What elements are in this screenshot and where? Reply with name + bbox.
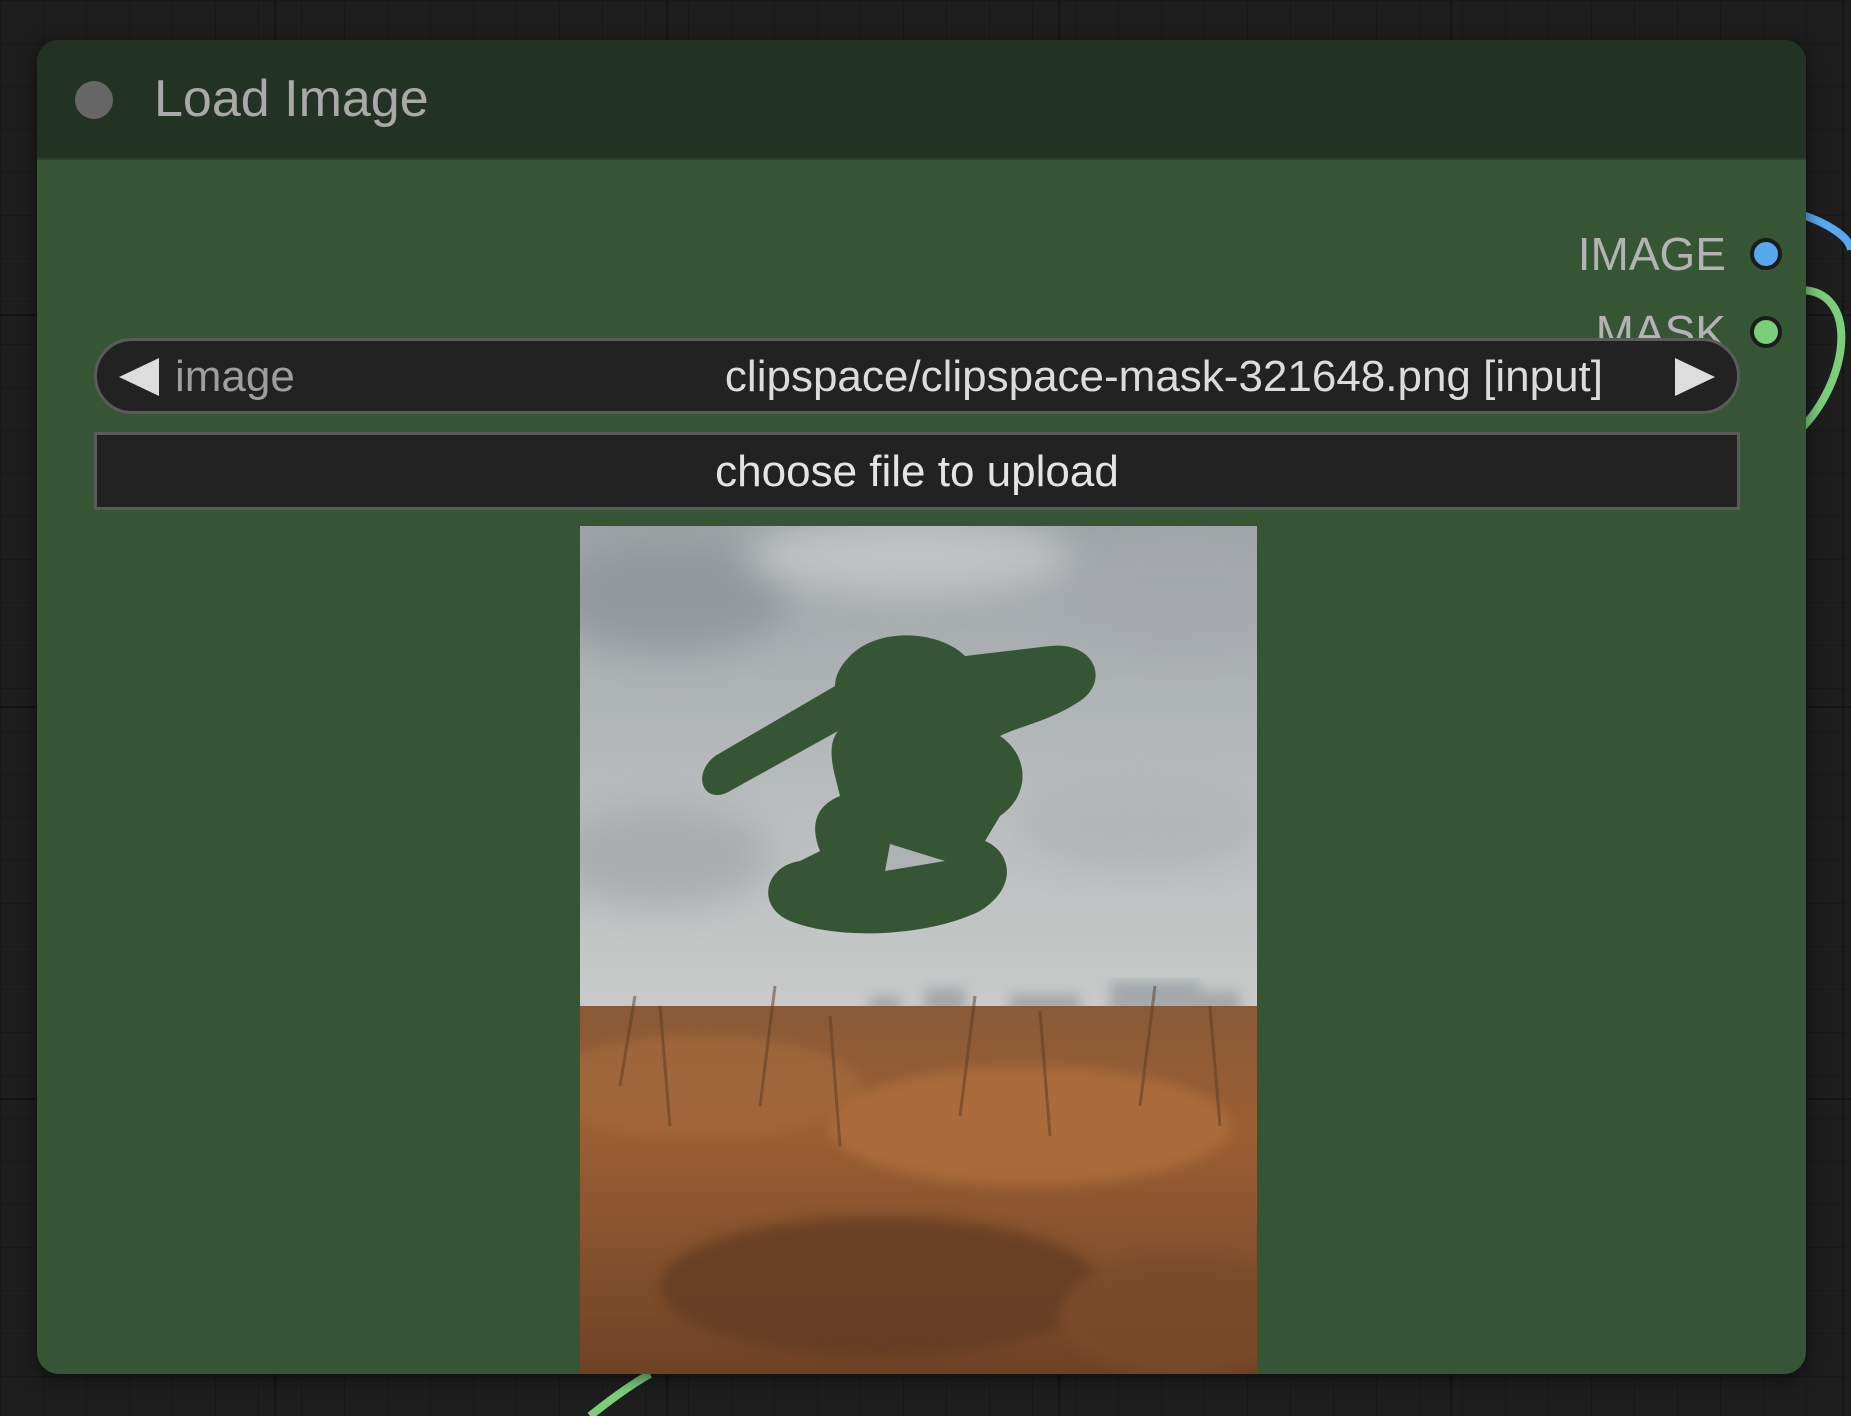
input-wire xyxy=(587,1370,652,1416)
image-preview xyxy=(580,526,1257,1374)
image-combo-widget[interactable]: image clipspace/clipspace-mask-321648.pn… xyxy=(94,338,1740,414)
combo-value[interactable]: clipspace/clipspace-mask-321648.png [inp… xyxy=(725,349,1603,405)
output-label-image: IMAGE xyxy=(1577,228,1726,280)
output-slot-image[interactable]: IMAGE xyxy=(1406,224,1806,284)
node-title: Load Image xyxy=(154,70,429,128)
previous-arrow-icon[interactable] xyxy=(119,358,159,396)
upload-button[interactable]: choose file to upload xyxy=(94,432,1740,510)
collapse-toggle-icon[interactable] xyxy=(75,81,113,119)
image-output-dot-icon[interactable] xyxy=(1750,238,1782,270)
load-image-node[interactable]: Load Image IMAGE MASK image clipspace/cl… xyxy=(37,40,1806,1374)
mask-output-wire xyxy=(1797,286,1846,433)
combo-label: image xyxy=(175,352,295,401)
node-header[interactable]: Load Image xyxy=(37,40,1806,160)
next-arrow-icon[interactable] xyxy=(1675,358,1715,396)
mask-output-dot-icon[interactable] xyxy=(1750,316,1782,348)
preview-picture xyxy=(580,526,1257,1374)
image-output-wire xyxy=(1798,210,1851,251)
